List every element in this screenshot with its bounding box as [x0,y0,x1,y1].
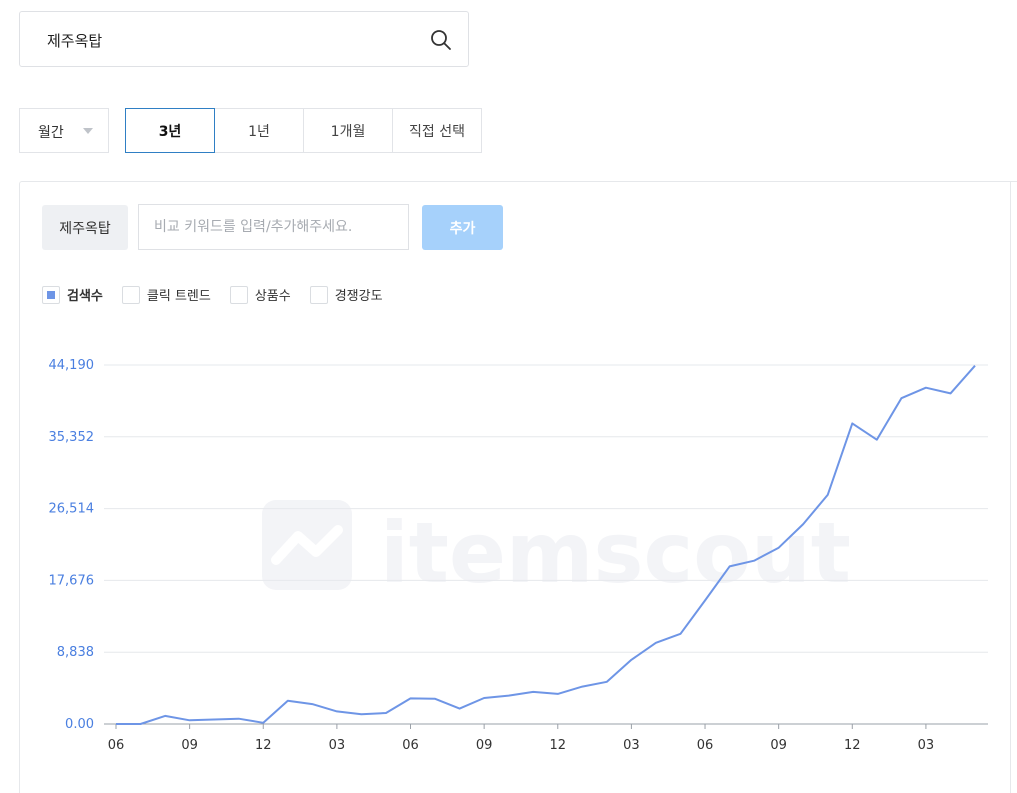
x-tick-label: 06 [108,738,125,753]
y-tick-label: 26,514 [49,502,95,517]
y-tick-label: 35,352 [49,430,95,445]
x-tick-label: 12 [549,738,566,753]
x-tick-label: 09 [476,738,493,753]
y-tick-label: 44,190 [49,358,95,373]
search-trend-chart: itemscout 44,190 35,352 26,514 17,676 8,838 0… [49,358,988,753]
x-tick-label: 12 [844,738,861,753]
y-tick-label: 0.00 [65,717,94,732]
y-tick-label: 17,676 [49,573,95,588]
x-tick-label: 03 [623,738,640,753]
watermark-text: itemscout [380,504,851,602]
watermark: itemscout [262,500,851,602]
x-tick-label: 09 [181,738,198,753]
x-tick-label: 09 [770,738,787,753]
x-tick-labels: 06 09 12 03 06 09 12 03 06 09 12 03 [108,724,934,753]
y-tick-labels: 44,190 35,352 26,514 17,676 8,838 0.00 [49,358,95,732]
y-tick-label: 8,838 [57,645,94,660]
x-tick-label: 06 [697,738,714,753]
x-tick-label: 03 [918,738,935,753]
x-tick-label: 12 [255,738,272,753]
x-tick-label: 03 [329,738,346,753]
x-tick-label: 06 [402,738,419,753]
